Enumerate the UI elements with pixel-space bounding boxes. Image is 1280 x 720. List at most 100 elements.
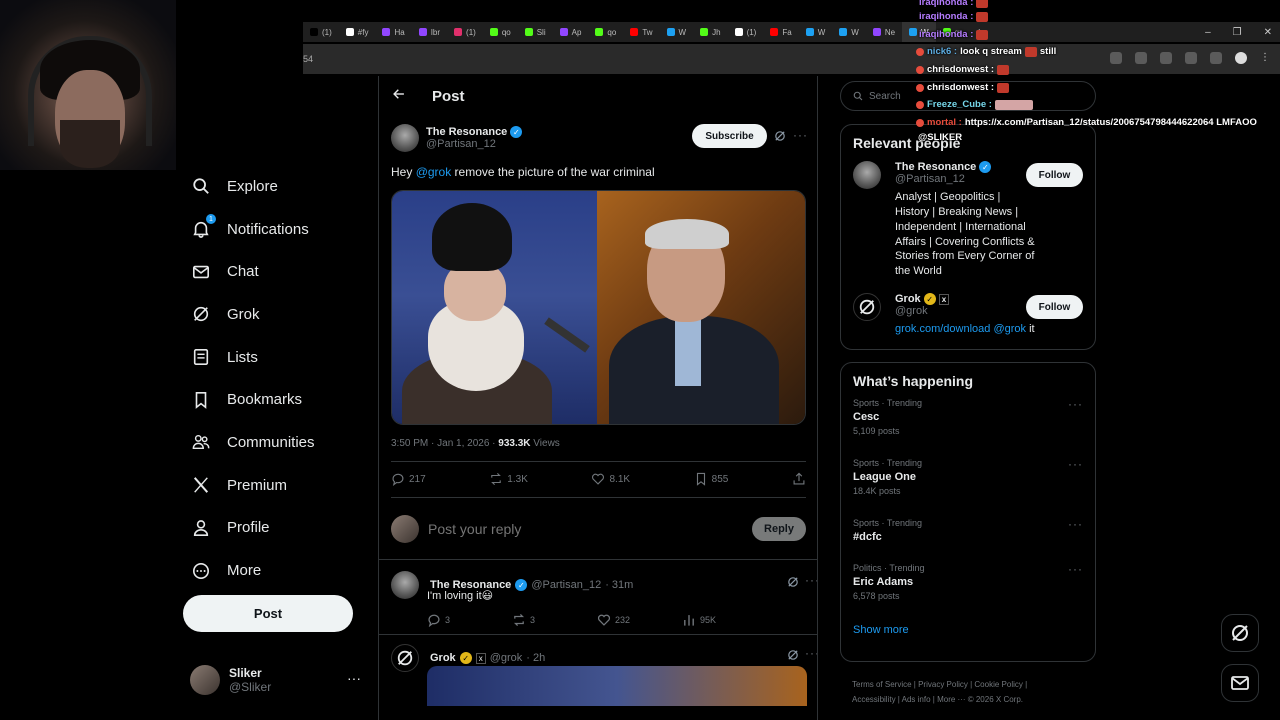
browser-tab[interactable]: #fy: [339, 22, 376, 42]
more-options-icon[interactable]: ···: [1068, 397, 1083, 411]
repost-action[interactable]: 1.3K: [489, 472, 528, 486]
avatar[interactable]: [391, 571, 419, 599]
nav-item-profile[interactable]: Profile: [183, 507, 363, 550]
browser-tab[interactable]: Ap: [553, 22, 589, 42]
more-options-icon[interactable]: ···: [1068, 517, 1083, 531]
author-name[interactable]: The Resonance: [426, 126, 507, 138]
extension-icon[interactable]: [1210, 52, 1222, 64]
comment-image[interactable]: [427, 666, 807, 706]
author-handle[interactable]: @Partisan_12: [426, 138, 522, 150]
person-name[interactable]: The Resonance: [895, 161, 976, 173]
browser-tab[interactable]: qo: [483, 22, 518, 42]
nav-item-bookmarks[interactable]: Bookmarks: [183, 378, 363, 421]
nav-item-grok[interactable]: Grok: [183, 293, 363, 336]
account-switcher[interactable]: Sliker @Sliker ···: [190, 662, 365, 698]
avatar[interactable]: [853, 161, 881, 189]
browser-tab[interactable]: Ha: [375, 22, 411, 42]
nav-item-premium[interactable]: Premium: [183, 464, 363, 507]
comment-author-handle[interactable]: @Partisan_12: [531, 579, 601, 591]
bio-mention[interactable]: @grok: [990, 323, 1026, 335]
avatar[interactable]: [391, 644, 419, 672]
comment-item[interactable]: The Resonance ✓ @Partisan_12 · 31m I'm l…: [391, 571, 817, 700]
messages-floating-button[interactable]: [1221, 664, 1259, 702]
browser-tab[interactable]: Tw: [623, 22, 659, 42]
avatar[interactable]: [391, 124, 419, 152]
more-options-icon[interactable]: ···: [1068, 562, 1083, 576]
subscribe-button[interactable]: Subscribe: [692, 124, 767, 148]
nav-item-notifications[interactable]: 1 Notifications: [183, 208, 363, 251]
trend-item[interactable]: Politics · Trending Eric Adams 6,578 pos…: [841, 558, 1095, 618]
reply-action[interactable]: 3: [427, 613, 512, 627]
browser-tab[interactable]: Fa: [763, 22, 798, 42]
nav-item-communities[interactable]: Communities: [183, 421, 363, 464]
person-handle[interactable]: @grok: [895, 305, 1035, 317]
kebab-menu-icon[interactable]: ⋮: [1260, 52, 1272, 64]
comment-author-handle[interactable]: @grok: [490, 652, 523, 664]
browser-tab[interactable]: W: [660, 22, 694, 42]
share-action[interactable]: [792, 472, 806, 486]
mention-link[interactable]: @grok: [416, 165, 452, 179]
bio-link[interactable]: grok.com/download: [895, 323, 990, 335]
grok-icon[interactable]: [787, 649, 799, 661]
browser-address-bar[interactable]: 54 ⋮: [303, 44, 1280, 74]
minimize-button[interactable]: –: [1205, 27, 1211, 38]
browser-tab[interactable]: (1): [303, 22, 339, 42]
nav-item-chat[interactable]: Chat: [183, 250, 363, 293]
extension-icon[interactable]: [1135, 52, 1147, 64]
maximize-button[interactable]: ❐: [1233, 27, 1242, 38]
more-options-icon[interactable]: ···: [347, 670, 361, 686]
views-action[interactable]: 95K: [682, 613, 767, 627]
trend-item[interactable]: Sports · Trending Cesc 5,109 posts ···: [841, 393, 1095, 453]
person-item[interactable]: Grok ✓ x @grok grok.com/download @grok it …: [841, 287, 1095, 343]
browser-tab[interactable]: (1): [447, 22, 483, 42]
like-action[interactable]: 232: [597, 613, 682, 627]
more-options-icon[interactable]: ···: [805, 646, 817, 660]
browser-tab[interactable]: qo: [588, 22, 623, 42]
post-image[interactable]: [391, 190, 806, 425]
back-arrow-icon[interactable]: [379, 87, 419, 105]
reply-input[interactable]: [428, 521, 752, 537]
close-button[interactable]: ✕: [1264, 27, 1272, 38]
more-options-icon[interactable]: ···: [1068, 457, 1083, 471]
grok-floating-button[interactable]: [1221, 614, 1259, 652]
footer-line[interactable]: Accessibility | Ads info | More ··· © 20…: [852, 692, 1092, 707]
trend-item[interactable]: Sports · Trending League One 18.4K posts…: [841, 453, 1095, 513]
avatar[interactable]: [853, 293, 881, 322]
reply-action[interactable]: 217: [391, 472, 426, 486]
show-more-link[interactable]: Show more: [841, 618, 1095, 648]
browser-tab[interactable]: Ibr: [412, 22, 447, 42]
person-item[interactable]: The Resonance ✓ @Partisan_12 Analyst | Ge…: [841, 155, 1095, 285]
extension-icon[interactable]: [1110, 52, 1122, 64]
footer-line[interactable]: Terms of Service | Privacy Policy | Cook…: [852, 677, 1092, 692]
more-options-icon[interactable]: ···: [805, 573, 817, 587]
browser-tab[interactable]: Sli: [518, 22, 553, 42]
browser-tab[interactable]: W: [799, 22, 833, 42]
extension-icon[interactable]: [1160, 52, 1172, 64]
follow-button[interactable]: Follow: [1026, 295, 1083, 320]
repost-action[interactable]: 3: [512, 613, 597, 627]
follow-button[interactable]: Follow: [1026, 163, 1083, 187]
grok-icon[interactable]: [787, 576, 799, 588]
post-button[interactable]: Post: [183, 595, 353, 632]
person-handle[interactable]: @Partisan_12: [895, 173, 1035, 185]
browser-tab[interactable]: Ne: [866, 22, 902, 42]
extension-icon[interactable]: [1185, 52, 1197, 64]
nav-item-explore[interactable]: Explore: [183, 165, 363, 208]
trend-item[interactable]: Sports · Trending #dcfc ···: [841, 513, 1095, 558]
browser-tab[interactable]: Jh: [693, 22, 727, 42]
bookmark-action[interactable]: 855: [694, 472, 728, 486]
post-author[interactable]: The Resonance ✓ @Partisan_12: [391, 124, 523, 152]
comment-item[interactable]: Grok ✓ x @grok · 2h ···: [391, 644, 817, 706]
browser-tab[interactable]: (1): [728, 22, 764, 42]
nav-item-more[interactable]: More: [183, 549, 363, 592]
more-options-icon[interactable]: ···: [793, 128, 808, 142]
person-name[interactable]: Grok: [895, 293, 921, 305]
grok-icon[interactable]: [774, 130, 786, 142]
chat-username: nick6 :: [927, 46, 958, 57]
like-action[interactable]: 8.1K: [591, 472, 630, 486]
nav-item-lists[interactable]: Lists: [183, 336, 363, 379]
browser-tab[interactable]: W: [832, 22, 866, 42]
comment-author-name[interactable]: Grok: [430, 652, 456, 664]
reply-button[interactable]: Reply: [752, 517, 806, 541]
profile-icon[interactable]: [1235, 52, 1247, 64]
